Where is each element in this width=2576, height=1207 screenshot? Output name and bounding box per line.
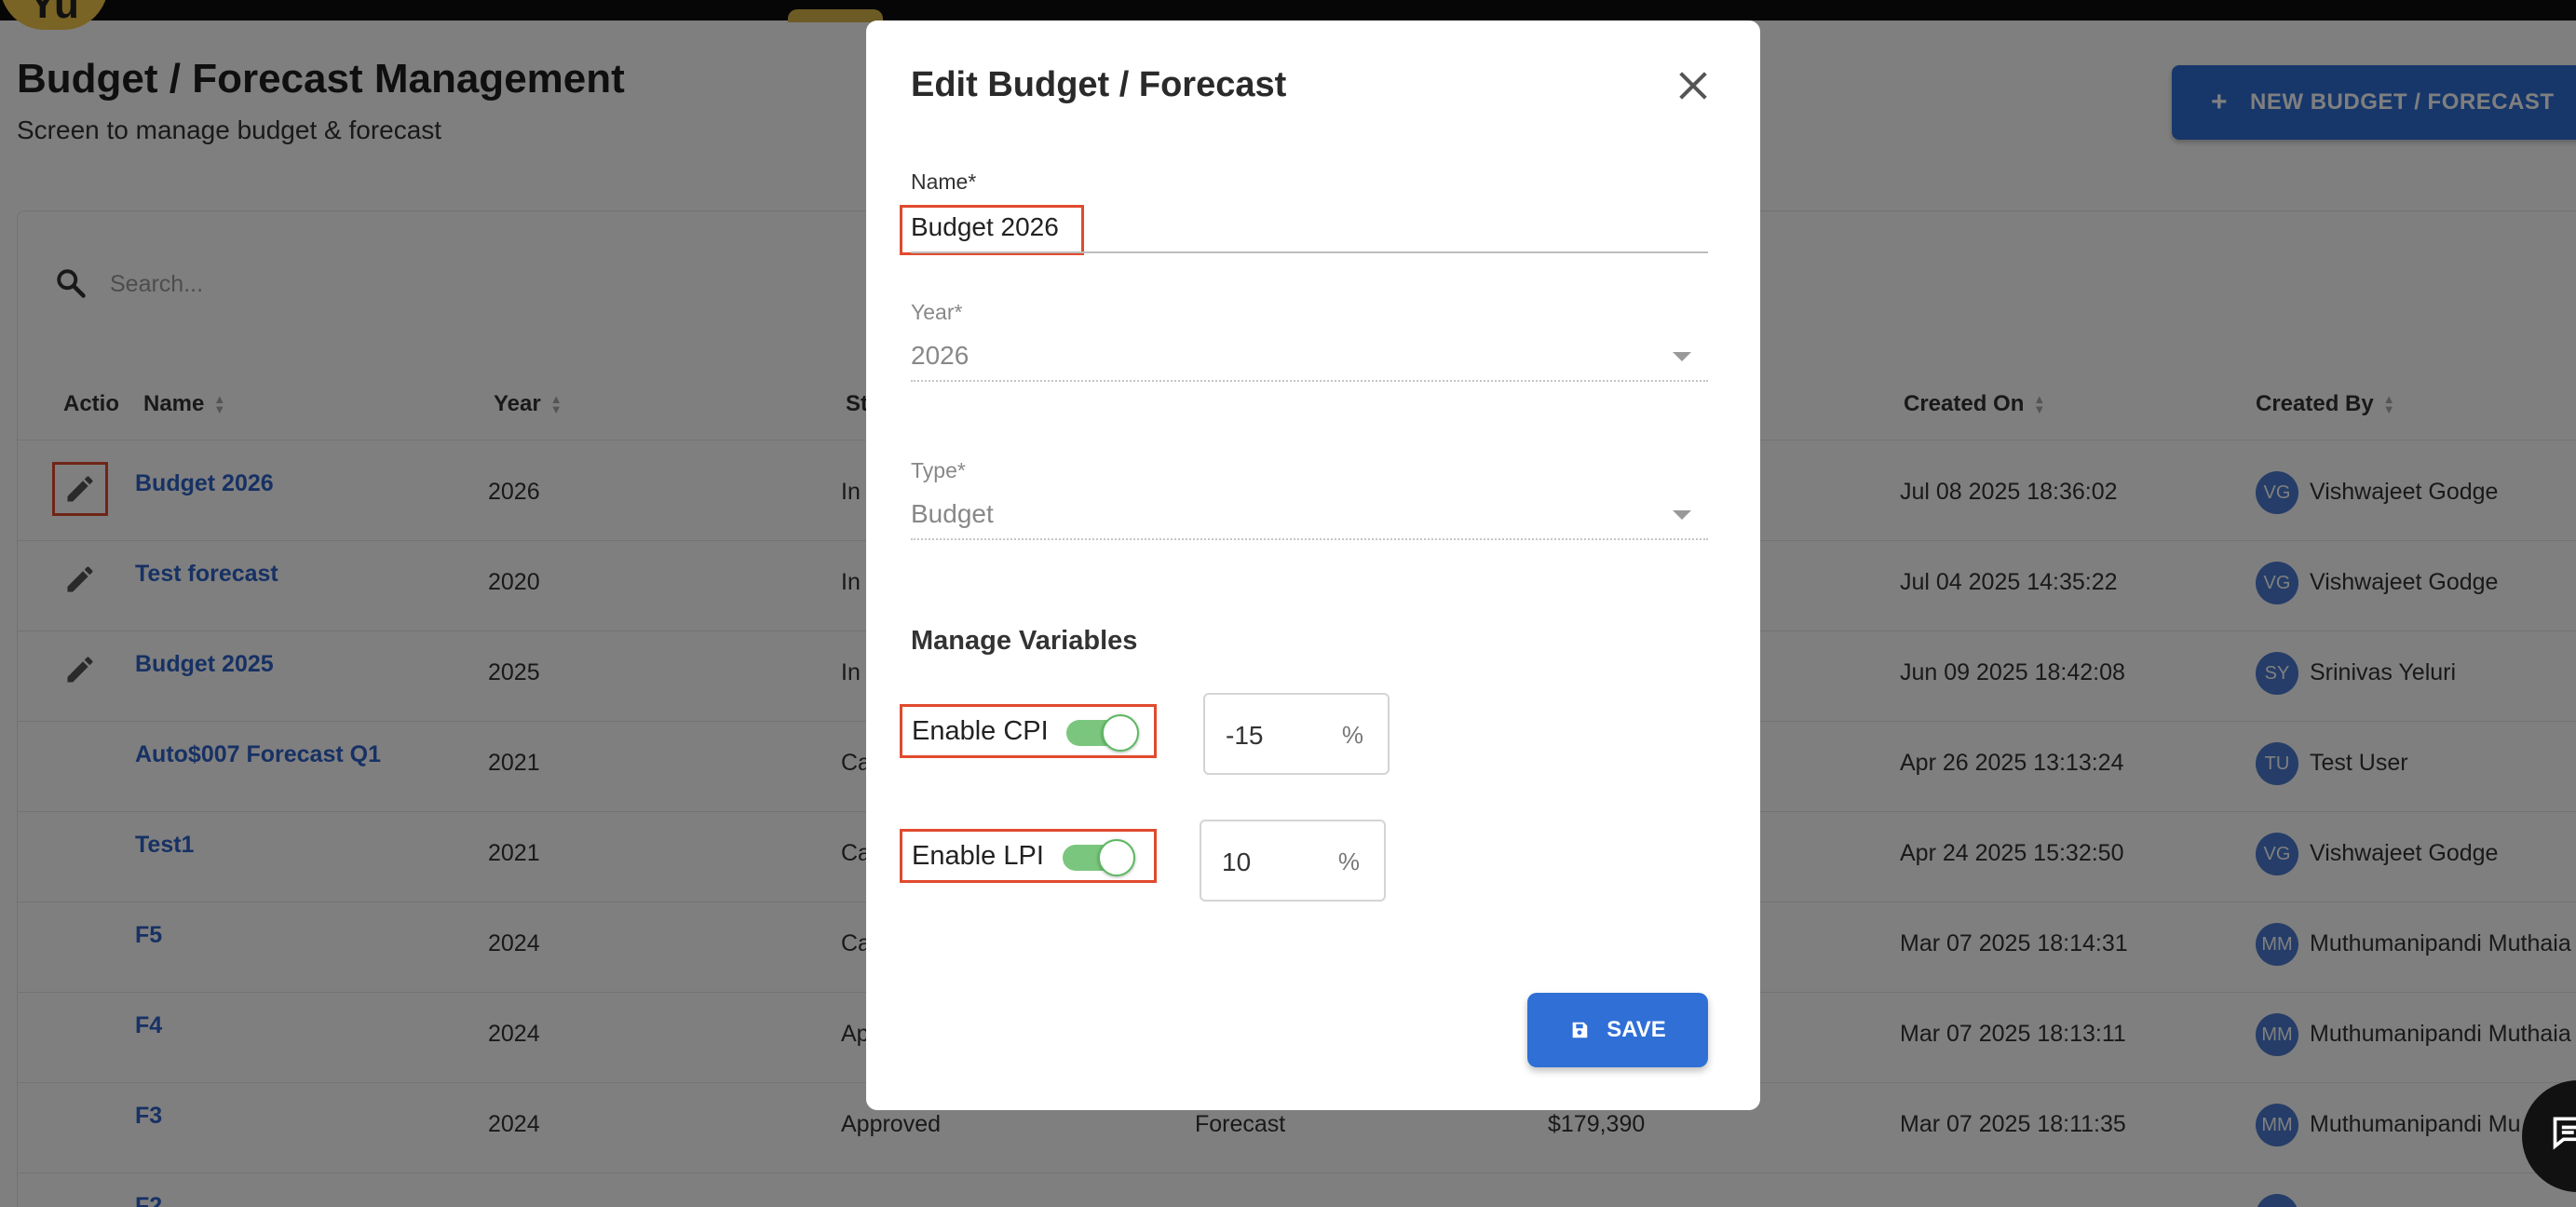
name-underline	[911, 251, 1708, 253]
save-label: SAVE	[1607, 1017, 1666, 1042]
lpi-unit: %	[1337, 848, 1360, 875]
year-underline	[911, 380, 1708, 382]
edit-dialog: Edit Budget / Forecast Name* Budget 2026…	[866, 20, 1760, 1110]
lpi-toggle[interactable]	[1063, 839, 1135, 876]
cpi-value: -15	[1226, 721, 1264, 750]
manage-variables-title: Manage Variables	[911, 626, 1138, 656]
year-label: Year*	[911, 300, 963, 324]
cpi-toggle[interactable]	[1066, 714, 1139, 752]
save-button[interactable]: SAVE	[1527, 993, 1708, 1067]
cpi-label: Enable CPI	[912, 716, 1049, 746]
year-select[interactable]: 2026	[911, 341, 969, 371]
save-icon	[1572, 1022, 1588, 1038]
type-label: Type*	[911, 458, 966, 482]
lpi-highlight-box: Enable LPI	[900, 829, 1157, 883]
toggle-knob	[1102, 714, 1139, 752]
cpi-highlight-box: Enable CPI	[900, 704, 1157, 758]
lpi-percent-input[interactable]: 10 %	[1200, 820, 1386, 902]
type-underline	[911, 538, 1708, 540]
chevron-down-icon[interactable]	[1673, 352, 1691, 361]
dialog-title: Edit Budget / Forecast	[911, 65, 1287, 104]
type-select[interactable]: Budget	[911, 499, 994, 529]
cpi-percent-input[interactable]: -15 %	[1203, 693, 1390, 775]
lpi-value: 10	[1222, 848, 1252, 876]
lpi-label: Enable LPI	[912, 841, 1044, 871]
chat-icon	[2553, 1117, 2576, 1150]
name-label: Name*	[911, 170, 977, 194]
name-highlight-box	[900, 205, 1084, 255]
close-icon[interactable]	[1674, 67, 1712, 104]
toggle-knob	[1098, 839, 1135, 876]
chevron-down-icon[interactable]	[1673, 510, 1691, 520]
cpi-unit: %	[1341, 721, 1363, 749]
